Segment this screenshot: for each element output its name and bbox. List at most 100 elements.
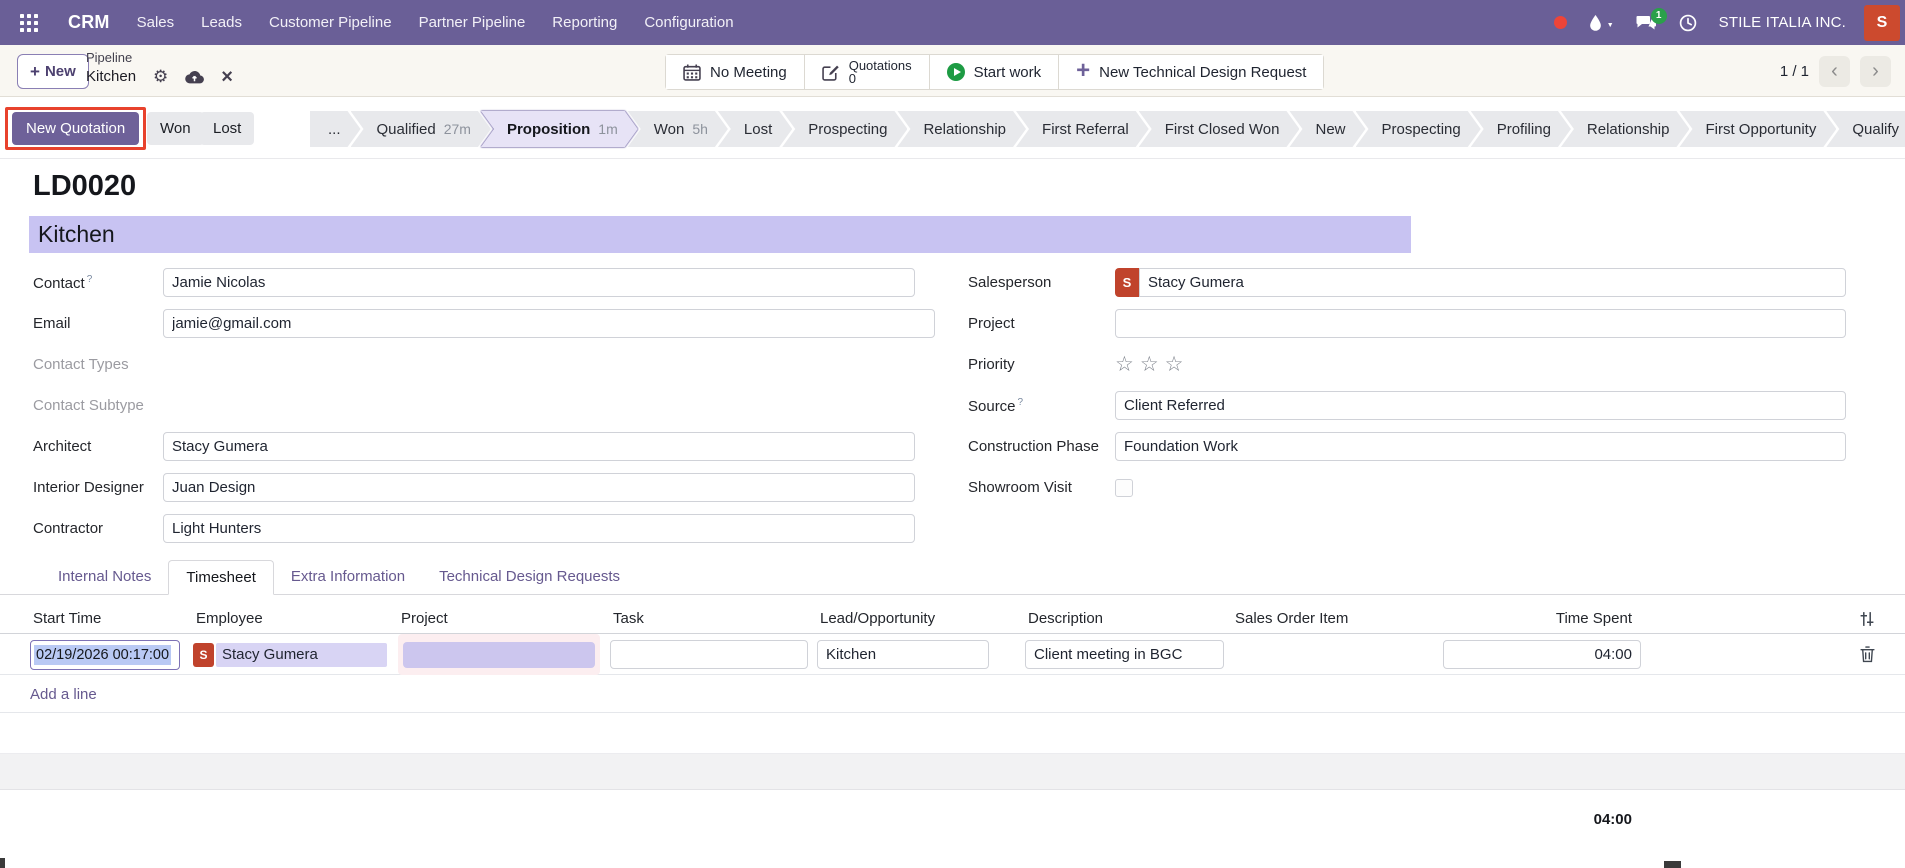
star-icon[interactable] <box>1140 352 1159 377</box>
project-empty-field[interactable] <box>403 642 595 668</box>
col-description[interactable]: Description <box>1025 610 1232 627</box>
contact-types-label: Contact Types <box>33 356 129 373</box>
col-lead-opportunity[interactable]: Lead/Opportunity <box>817 610 1025 627</box>
new-quotation-button[interactable]: New Quotation <box>12 112 139 145</box>
col-time-spent[interactable]: Time Spent <box>1443 610 1641 627</box>
save-cloud-icon[interactable] <box>185 70 204 84</box>
menu-leads[interactable]: Leads <box>201 14 242 31</box>
stage-first-referral[interactable]: First Referral <box>1016 111 1149 147</box>
field-row-email: Email <box>33 303 935 344</box>
stage-proposition-active[interactable]: Proposition1m <box>481 111 638 147</box>
menu-partner-pipeline[interactable]: Partner Pipeline <box>419 14 526 31</box>
col-task[interactable]: Task <box>610 610 817 627</box>
priority-stars <box>1115 352 1183 377</box>
employee-cell[interactable]: S Stacy Gumera <box>193 643 398 667</box>
contact-input[interactable] <box>163 268 915 297</box>
won-button[interactable]: Won <box>147 112 204 145</box>
app-name[interactable]: CRM <box>68 12 110 33</box>
tab-extra-information[interactable]: Extra Information <box>274 559 422 594</box>
salesperson-input[interactable] <box>1139 268 1846 297</box>
tab-timesheet[interactable]: Timesheet <box>168 560 273 595</box>
showroom-visit-label: Showroom Visit <box>968 479 1115 496</box>
col-start-time[interactable]: Start Time <box>30 610 193 627</box>
pager-previous-button[interactable] <box>1819 56 1850 87</box>
calendar-icon <box>683 64 701 81</box>
col-employee[interactable]: Employee <box>193 610 398 627</box>
menu-configuration[interactable]: Configuration <box>644 14 733 31</box>
user-avatar[interactable]: S <box>1864 5 1900 41</box>
start-time-field[interactable]: 02/19/2026 00:17:00 <box>30 640 180 670</box>
stage-qualify[interactable]: Qualify <box>1826 111 1905 147</box>
pager-next-button[interactable] <box>1860 56 1891 87</box>
field-row-architect: Architect <box>33 426 915 467</box>
quotations-button[interactable]: Quotations 0 <box>805 55 930 89</box>
stage-first-opportunity[interactable]: First Opportunity <box>1679 111 1836 147</box>
construction-phase-input[interactable] <box>1115 432 1846 461</box>
stage-relationship[interactable]: Relationship <box>897 111 1026 147</box>
crm-lead-form-screen: CRM Sales Leads Customer Pipeline Partne… <box>0 0 1905 868</box>
contractor-input[interactable] <box>163 514 915 543</box>
task-input[interactable] <box>610 640 808 669</box>
breadcrumb-parent[interactable]: Pipeline <box>86 50 233 66</box>
stage-won[interactable]: Won5h <box>628 111 728 147</box>
top-navbar: CRM Sales Leads Customer Pipeline Partne… <box>0 0 1905 45</box>
lead-opportunity-input[interactable] <box>817 640 989 669</box>
apps-grid-icon[interactable] <box>17 11 41 35</box>
star-icon[interactable] <box>1115 352 1134 377</box>
statusbar: New Quotation Won Lost ... Qualified27m … <box>0 98 1905 159</box>
optional-columns-icon[interactable] <box>1698 611 1875 627</box>
droplet-menu[interactable] <box>1589 14 1614 32</box>
add-a-line-link[interactable]: Add a line <box>30 686 97 703</box>
settings-gear-icon[interactable] <box>153 67 168 87</box>
architect-input[interactable] <box>163 432 915 461</box>
star-icon[interactable] <box>1165 352 1184 377</box>
stage-ellipsis-left[interactable]: ... <box>310 111 361 147</box>
description-input[interactable] <box>1025 640 1224 669</box>
tab-technical-design-requests[interactable]: Technical Design Requests <box>422 559 637 594</box>
discard-icon[interactable] <box>221 70 233 84</box>
new-technical-design-request-button[interactable]: New Technical Design Request <box>1059 55 1323 89</box>
new-record-button[interactable]: New <box>17 54 89 89</box>
stage-new[interactable]: New <box>1289 111 1365 147</box>
no-meeting-button[interactable]: No Meeting <box>666 55 805 89</box>
source-input[interactable] <box>1115 391 1846 420</box>
project-input[interactable] <box>1115 309 1846 338</box>
field-row-contact: Contact? <box>33 262 915 303</box>
stage-qualified[interactable]: Qualified27m <box>351 111 491 147</box>
stage-lost[interactable]: Lost <box>718 111 792 147</box>
interior-designer-input[interactable] <box>163 473 915 502</box>
plus-icon <box>30 62 40 82</box>
contractor-label: Contractor <box>33 520 163 537</box>
interior-designer-label: Interior Designer <box>33 479 163 496</box>
architect-label: Architect <box>33 438 163 455</box>
activities-clock-icon[interactable] <box>1679 14 1697 32</box>
company-name[interactable]: STILE ITALIA INC. <box>1719 14 1846 31</box>
col-sales-order-item[interactable]: Sales Order Item <box>1232 610 1443 627</box>
time-spent-input[interactable] <box>1443 640 1641 669</box>
start-work-label: Start work <box>974 64 1042 81</box>
employee-avatar: S <box>193 643 214 667</box>
stage-prospecting-2[interactable]: Prospecting <box>1356 111 1481 147</box>
email-input[interactable] <box>163 309 935 338</box>
record-id-title: LD0020 <box>33 170 136 203</box>
showroom-visit-checkbox[interactable] <box>1115 479 1133 497</box>
menu-customer-pipeline[interactable]: Customer Pipeline <box>269 14 392 31</box>
smart-button-group: No Meeting Quotations 0 Start work <box>665 54 1324 90</box>
project-cell-required[interactable] <box>398 634 600 675</box>
record-name-field[interactable]: Kitchen <box>29 216 1411 253</box>
col-project[interactable]: Project <box>398 610 610 627</box>
stage-profiling[interactable]: Profiling <box>1471 111 1571 147</box>
delete-row-trash-icon[interactable] <box>1698 646 1875 663</box>
plus-icon <box>1076 62 1090 82</box>
tab-internal-notes[interactable]: Internal Notes <box>41 559 168 594</box>
lost-button[interactable]: Lost <box>200 112 254 145</box>
messages-button[interactable]: 1 <box>1636 15 1657 31</box>
start-work-button[interactable]: Start work <box>930 55 1060 89</box>
timesheet-table-header: Start Time Employee Project Task Lead/Op… <box>0 604 1905 634</box>
menu-sales[interactable]: Sales <box>137 14 175 31</box>
no-meeting-label: No Meeting <box>710 64 787 81</box>
stage-prospecting[interactable]: Prospecting <box>782 111 907 147</box>
stage-first-closed-won[interactable]: First Closed Won <box>1139 111 1300 147</box>
stage-relationship-2[interactable]: Relationship <box>1561 111 1690 147</box>
menu-reporting[interactable]: Reporting <box>552 14 617 31</box>
